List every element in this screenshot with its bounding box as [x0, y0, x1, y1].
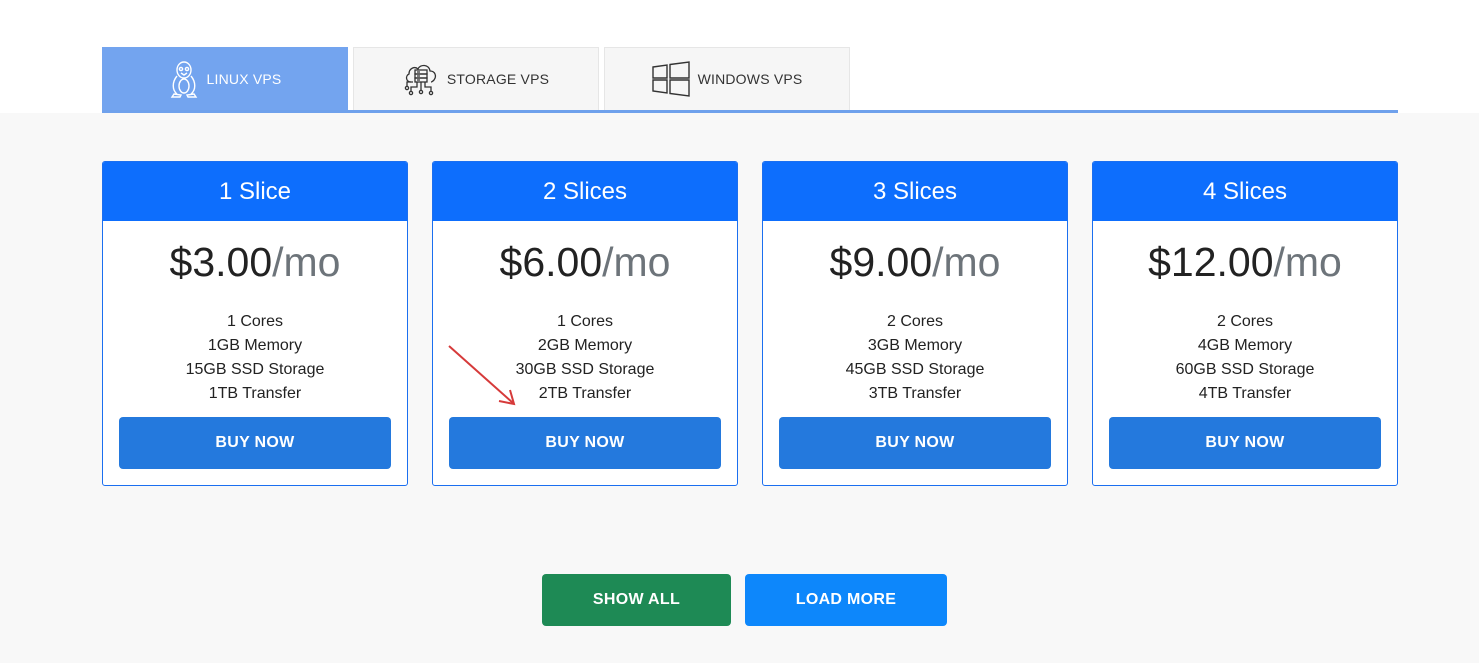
price-amount: $3.00 [169, 239, 273, 285]
feature-storage: 15GB SSD Storage [185, 361, 325, 378]
price-amount: $6.00 [499, 239, 603, 285]
buy-now-button[interactable]: BUY NOW [1109, 417, 1381, 469]
price-period: /mo [1273, 239, 1342, 285]
feature-cores: 2 Cores [886, 313, 944, 330]
feature-cores: 1 Cores [556, 313, 614, 330]
tab-linux-vps[interactable]: LINUX VPS [102, 47, 348, 110]
plan-features: 1 Cores 1GB Memory 15GB SSD Storage 1TB … [103, 310, 407, 406]
price-period: /mo [272, 239, 341, 285]
plan-price: $9.00/mo [763, 236, 1067, 288]
tab-label: WINDOWS VPS [697, 71, 803, 87]
tab-storage-vps[interactable]: STORAGE VPS [353, 47, 599, 110]
buy-now-button[interactable]: BUY NOW [119, 417, 391, 469]
pricing-page: LINUX VPS STORAGE VPS WINDOWS VPS 1 Slic… [0, 0, 1479, 663]
plan-title: 1 Slice [103, 162, 407, 221]
annotation-arrow-icon [448, 345, 516, 406]
linux-penguin-icon [169, 60, 199, 98]
plan-price: $3.00/mo [103, 236, 407, 288]
plan-card-1-slice: 1 Slice $3.00/mo 1 Cores 1GB Memory 15GB… [102, 161, 408, 486]
plan-card-4-slices: 4 Slices $12.00/mo 2 Cores 4GB Memory 60… [1092, 161, 1398, 486]
plan-price: $6.00/mo [433, 236, 737, 288]
plan-features: 2 Cores 4GB Memory 60GB SSD Storage 4TB … [1093, 310, 1397, 406]
feature-transfer: 4TB Transfer [1198, 385, 1292, 402]
price-amount: $12.00 [1148, 239, 1274, 285]
plan-title: 3 Slices [763, 162, 1067, 221]
feature-memory: 1GB Memory [207, 337, 303, 354]
feature-storage: 60GB SSD Storage [1175, 361, 1315, 378]
buy-now-button[interactable]: BUY NOW [449, 417, 721, 469]
load-more-button[interactable]: LOAD MORE [745, 574, 947, 626]
tab-label: LINUX VPS [206, 71, 282, 87]
price-period: /mo [602, 239, 671, 285]
windows-logo-icon [651, 61, 690, 97]
price-amount: $9.00 [829, 239, 933, 285]
feature-transfer: 3TB Transfer [868, 385, 962, 402]
buy-now-button[interactable]: BUY NOW [779, 417, 1051, 469]
vps-type-tabs: LINUX VPS STORAGE VPS WINDOWS VPS [102, 47, 1398, 113]
plan-card-3-slices: 3 Slices $9.00/mo 2 Cores 3GB Memory 45G… [762, 161, 1068, 486]
feature-transfer: 1TB Transfer [208, 385, 302, 402]
feature-cores: 1 Cores [226, 313, 284, 330]
feature-memory: 4GB Memory [1197, 337, 1293, 354]
plan-features: 2 Cores 3GB Memory 45GB SSD Storage 3TB … [763, 310, 1067, 406]
feature-memory: 3GB Memory [867, 337, 963, 354]
plan-card-2-slices: 2 Slices $6.00/mo 1 Cores 2GB Memory 30G… [432, 161, 738, 486]
plan-price: $12.00/mo [1093, 236, 1397, 288]
feature-cores: 2 Cores [1216, 313, 1274, 330]
price-period: /mo [932, 239, 1001, 285]
cloud-storage-icon [403, 62, 439, 96]
feature-storage: 45GB SSD Storage [845, 361, 985, 378]
tab-windows-vps[interactable]: WINDOWS VPS [604, 47, 850, 110]
show-all-button[interactable]: SHOW ALL [542, 574, 731, 626]
plan-title: 2 Slices [433, 162, 737, 221]
tab-label: STORAGE VPS [446, 71, 550, 87]
plan-title: 4 Slices [1093, 162, 1397, 221]
